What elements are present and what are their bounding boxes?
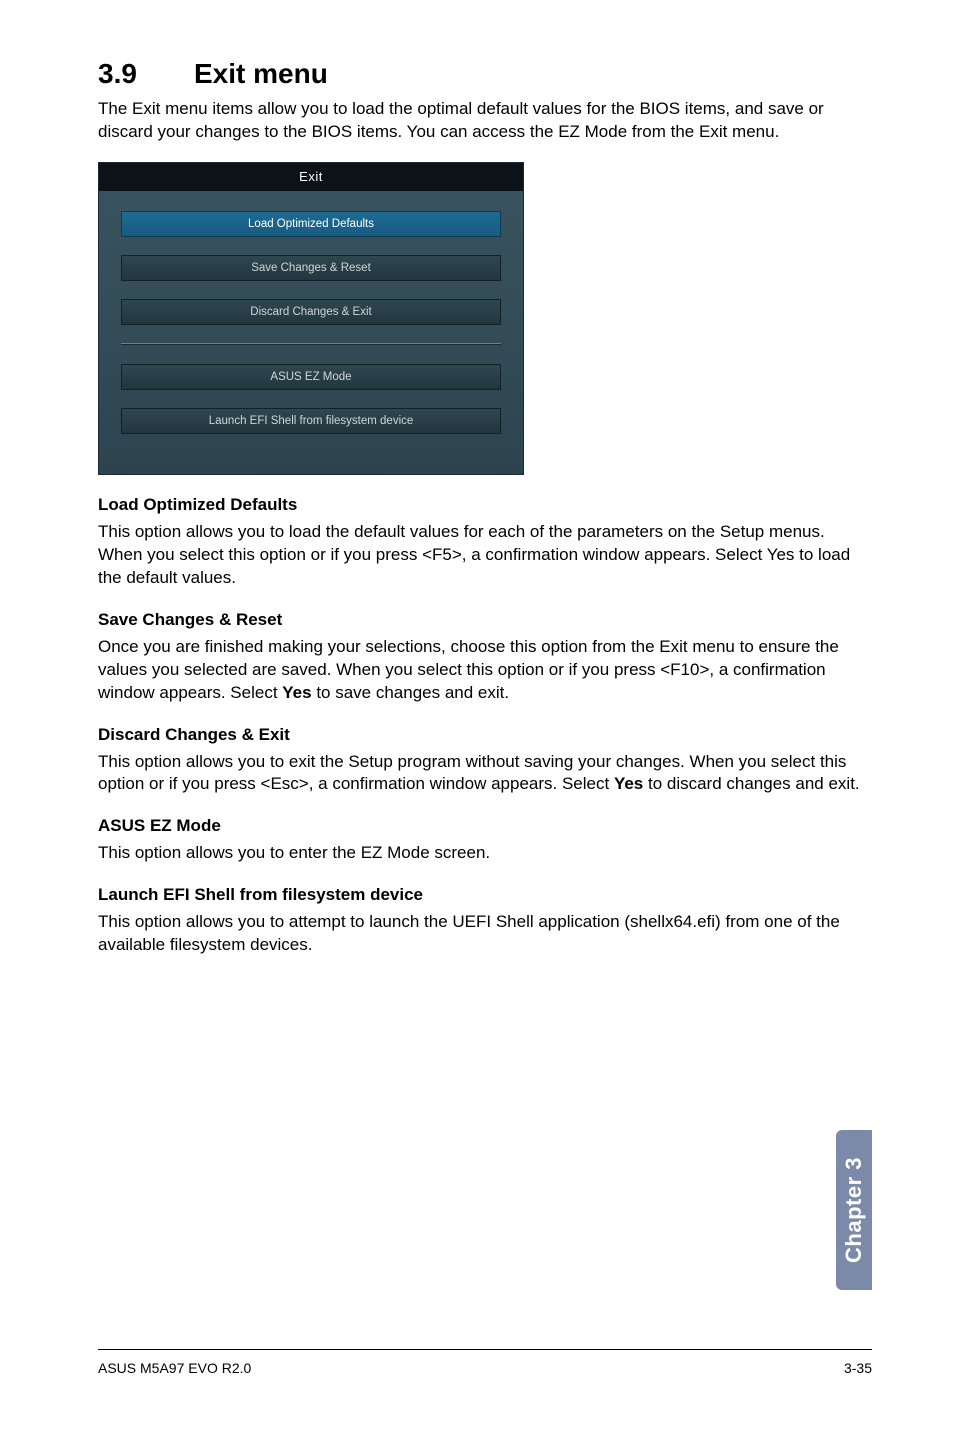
document-page: 3.9Exit menu The Exit menu items allow y…	[0, 0, 954, 1438]
subheading-ez-mode: ASUS EZ Mode	[98, 816, 872, 836]
chapter-tab-label: Chapter 3	[841, 1157, 867, 1263]
section-heading: 3.9Exit menu	[98, 58, 872, 90]
bios-panel-body: Load Optimized Defaults Save Changes & R…	[99, 191, 523, 434]
bios-item-launch-efi-shell[interactable]: Launch EFI Shell from filesystem device	[121, 408, 501, 434]
section-title-text: Exit menu	[194, 58, 328, 89]
body-efi-shell: This option allows you to attempt to lau…	[98, 911, 872, 957]
bios-divider	[121, 343, 501, 344]
page-footer: ASUS M5A97 EVO R2.0 3-35	[98, 1349, 872, 1376]
intro-paragraph: The Exit menu items allow you to load th…	[98, 98, 872, 144]
body-load-defaults: This option allows you to load the defau…	[98, 521, 872, 590]
subheading-discard-exit: Discard Changes & Exit	[98, 725, 872, 745]
footer-left: ASUS M5A97 EVO R2.0	[98, 1360, 251, 1376]
footer-right: 3-35	[844, 1360, 872, 1376]
chapter-side-tab: Chapter 3	[836, 1130, 872, 1290]
body-discard-exit: This option allows you to exit the Setup…	[98, 751, 872, 797]
body-save-reset: Once you are finished making your select…	[98, 636, 872, 705]
body-save-part2: to save changes and exit.	[312, 683, 510, 702]
body-discard-bold: Yes	[614, 774, 643, 793]
bios-item-discard-changes-exit[interactable]: Discard Changes & Exit	[121, 299, 501, 325]
subheading-efi-shell: Launch EFI Shell from filesystem device	[98, 885, 872, 905]
section-number: 3.9	[98, 58, 194, 90]
body-save-bold: Yes	[282, 683, 311, 702]
bios-panel-header: Exit	[99, 163, 523, 191]
subheading-save-reset: Save Changes & Reset	[98, 610, 872, 630]
subheading-load-defaults: Load Optimized Defaults	[98, 495, 872, 515]
bios-item-load-optimized-defaults[interactable]: Load Optimized Defaults	[121, 211, 501, 237]
bios-exit-panel: Exit Load Optimized Defaults Save Change…	[98, 162, 524, 475]
bios-item-asus-ez-mode[interactable]: ASUS EZ Mode	[121, 364, 501, 390]
bios-item-save-changes-reset[interactable]: Save Changes & Reset	[121, 255, 501, 281]
body-discard-part2: to discard changes and exit.	[643, 774, 859, 793]
body-ez-mode: This option allows you to enter the EZ M…	[98, 842, 872, 865]
